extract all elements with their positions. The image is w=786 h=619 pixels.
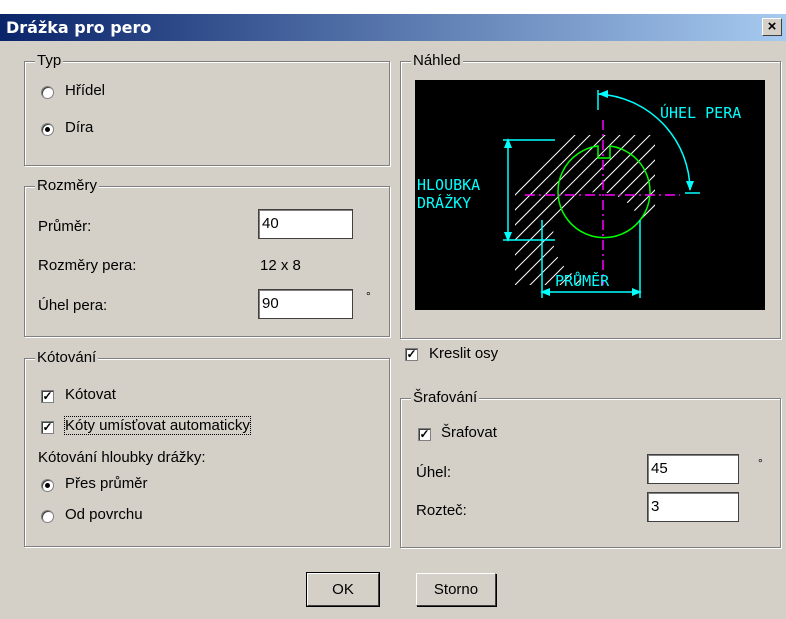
auto-label[interactable]: Kóty umísťovat automaticky bbox=[64, 416, 251, 435]
rozmery-pera-value: 12 x 8 bbox=[260, 257, 301, 274]
uhel-srafovani-unit: ° bbox=[758, 456, 763, 470]
uhel-srafovani-label: Úhel: bbox=[416, 464, 452, 481]
roztec-label: Rozteč: bbox=[416, 502, 467, 519]
close-button[interactable]: × bbox=[762, 18, 782, 36]
storno-button[interactable]: Storno bbox=[416, 573, 496, 606]
uhel-srafovani-input[interactable]: 45 bbox=[647, 454, 739, 484]
srafovani-legend: Šrafování bbox=[411, 389, 480, 406]
title-bar: Drážka pro pero × bbox=[0, 14, 786, 41]
uhel-pera-text: ÚHEL PERA bbox=[660, 103, 741, 122]
prumer-text: PRŮMĚR bbox=[555, 271, 610, 290]
uhel-pera-input[interactable]: 90 bbox=[258, 289, 353, 319]
uhel-pera-unit: ° bbox=[366, 289, 371, 303]
ok-button[interactable]: OK bbox=[306, 572, 380, 607]
prumer-input[interactable]: 40 bbox=[258, 209, 353, 239]
kreslit-osy-label[interactable]: Kreslit osy bbox=[429, 345, 498, 362]
uhel-pera-label: Úhel pera: bbox=[38, 297, 108, 314]
preview-canvas: ÚHEL PERA HLOUBKA DRÁŽKY PRŮMĚR bbox=[415, 80, 765, 310]
kotovat-label[interactable]: Kótovat bbox=[65, 386, 116, 403]
pres-prumer-radio[interactable] bbox=[41, 479, 54, 492]
dira-radio[interactable] bbox=[41, 123, 54, 136]
rozmery-pera-label: Rozměry pera: bbox=[38, 257, 137, 274]
hloubka-text-2: DRÁŽKY bbox=[417, 193, 471, 212]
hridel-radio[interactable] bbox=[41, 86, 54, 99]
roztec-input[interactable]: 3 bbox=[647, 492, 739, 522]
rozmery-legend: Rozměry bbox=[35, 177, 100, 194]
hloubka-text-1: HLOUBKA bbox=[417, 176, 480, 194]
od-povrchu-radio[interactable] bbox=[41, 510, 54, 523]
prumer-label: Průměr: bbox=[38, 218, 92, 235]
hloubka-label: Kótování hloubky drážky: bbox=[38, 449, 206, 466]
typ-legend: Typ bbox=[35, 52, 64, 69]
auto-checkbox[interactable]: ✓ bbox=[41, 421, 54, 434]
window-title: Drážka pro pero bbox=[6, 18, 152, 37]
close-icon: × bbox=[767, 18, 777, 35]
hridel-label[interactable]: Hřídel bbox=[65, 82, 105, 99]
kotovani-legend: Kótování bbox=[35, 349, 99, 366]
srafovat-checkbox[interactable]: ✓ bbox=[418, 428, 431, 441]
typ-group: Typ bbox=[24, 52, 390, 166]
kreslit-osy-checkbox[interactable]: ✓ bbox=[405, 348, 418, 361]
srafovat-label[interactable]: Šrafovat bbox=[441, 424, 497, 441]
dira-label[interactable]: Díra bbox=[65, 119, 93, 136]
nahled-legend: Náhled bbox=[411, 52, 463, 69]
window-top-strip bbox=[0, 0, 786, 14]
od-povrchu-label[interactable]: Od povrchu bbox=[65, 506, 143, 523]
pres-prumer-label[interactable]: Přes průměr bbox=[65, 475, 148, 492]
kotovat-checkbox[interactable]: ✓ bbox=[41, 390, 54, 403]
